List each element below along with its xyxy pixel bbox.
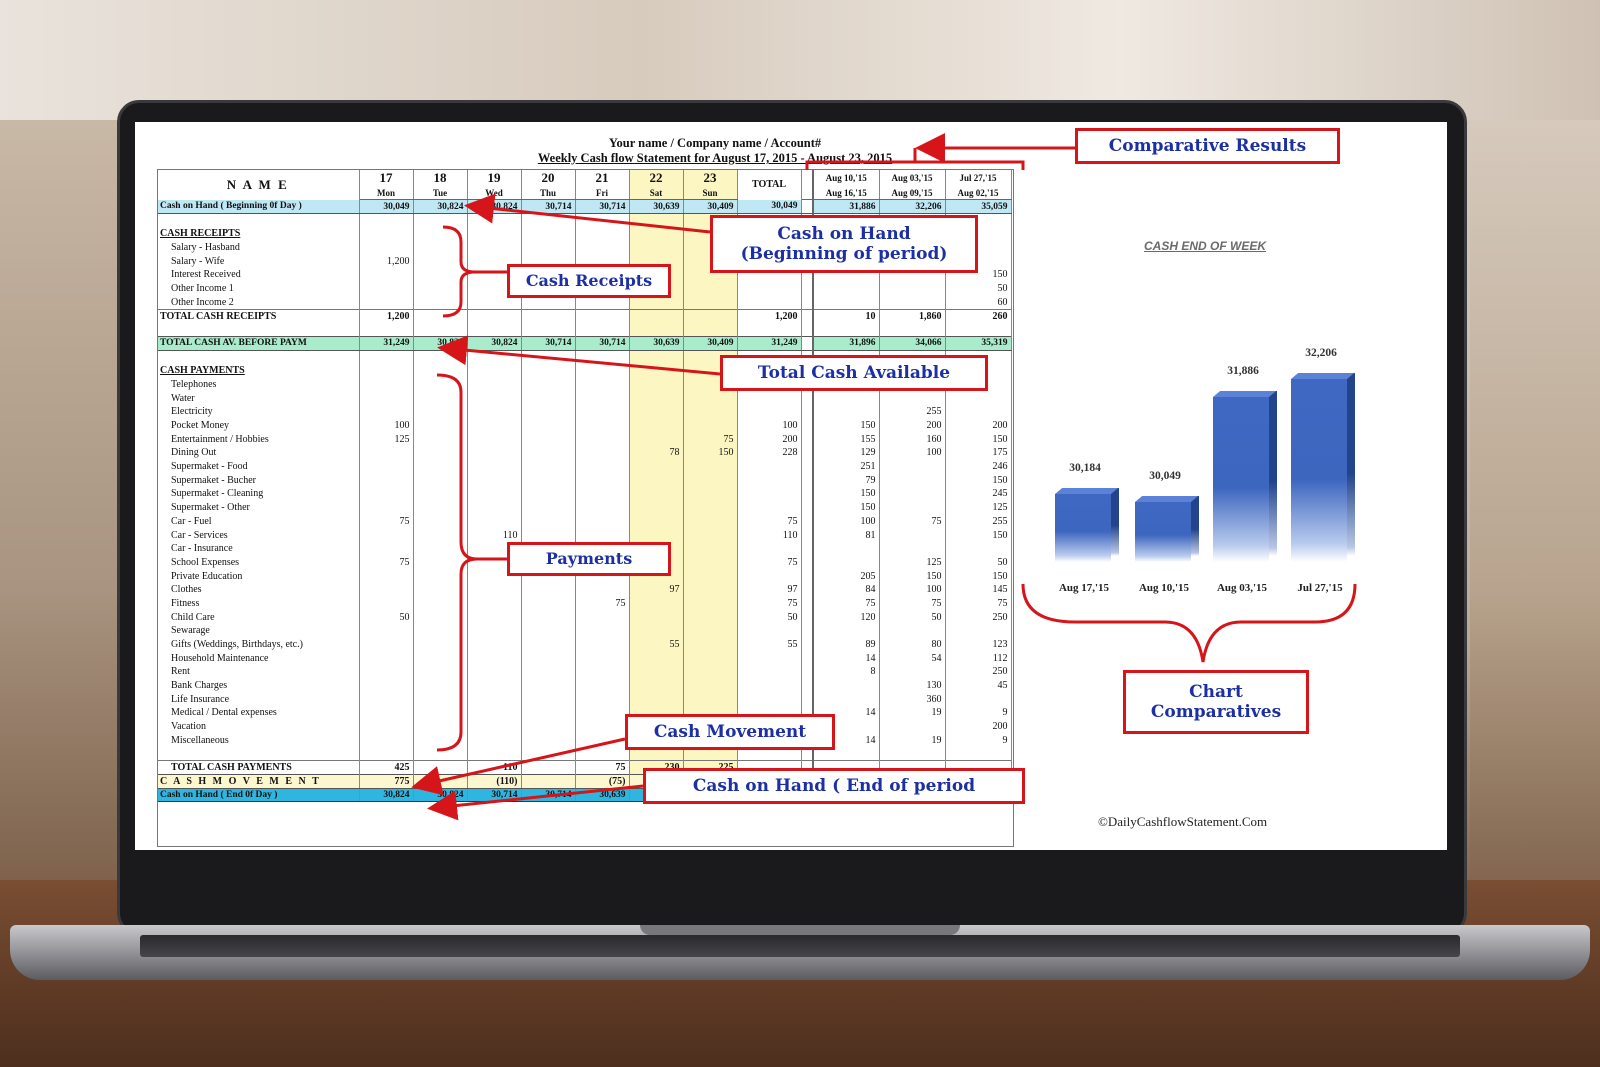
callout-total-available-label: Total Cash Available bbox=[757, 362, 951, 383]
receipts-bracket bbox=[442, 225, 476, 318]
callout-cash-on-hand-end: Cash on Hand ( End of period bbox=[643, 768, 1025, 804]
background-right bbox=[1470, 120, 1600, 900]
callout-cash-beg-line2: (Beginning of period) bbox=[740, 244, 948, 264]
total-available-arrow bbox=[437, 335, 721, 376]
background-left bbox=[0, 120, 130, 900]
callout-cash-end-label: Cash on Hand ( End of period bbox=[692, 775, 976, 796]
callout-cash-receipts: Cash Receipts bbox=[507, 264, 671, 298]
laptop-notch bbox=[640, 925, 960, 935]
chart-bracket bbox=[1021, 583, 1357, 663]
laptop-keyboard bbox=[140, 935, 1460, 957]
callout-chart-line1: Chart bbox=[1189, 681, 1243, 702]
comparative-bracket bbox=[805, 160, 1025, 170]
callout-cash-movement: Cash Movement bbox=[625, 714, 835, 750]
callout-cash-on-hand-beginning: Cash on Hand (Beginning of period) bbox=[710, 215, 978, 273]
callout-receipts-label: Cash Receipts bbox=[525, 271, 653, 291]
callout-cash-beg-line1: Cash on Hand bbox=[777, 223, 911, 244]
callout-comparative-label: Comparative Results bbox=[1108, 135, 1307, 156]
callout-payments-label: Payments bbox=[545, 549, 633, 569]
callout-movement-label: Cash Movement bbox=[653, 721, 807, 742]
callout-comparative-results: Comparative Results bbox=[1075, 128, 1340, 164]
callout-payments: Payments bbox=[507, 542, 671, 576]
callout-chart-line2: Comparatives bbox=[1150, 702, 1282, 722]
cash-beg-arrow bbox=[464, 193, 711, 234]
laptop-screen: Your name / Company name / Account# Week… bbox=[135, 122, 1447, 850]
callout-chart-comparatives: Chart Comparatives bbox=[1123, 670, 1309, 734]
callout-total-cash-available: Total Cash Available bbox=[720, 355, 988, 391]
cash-end-arrow bbox=[427, 784, 644, 821]
movement-arrow bbox=[411, 737, 626, 796]
payments-bracket bbox=[436, 373, 478, 752]
